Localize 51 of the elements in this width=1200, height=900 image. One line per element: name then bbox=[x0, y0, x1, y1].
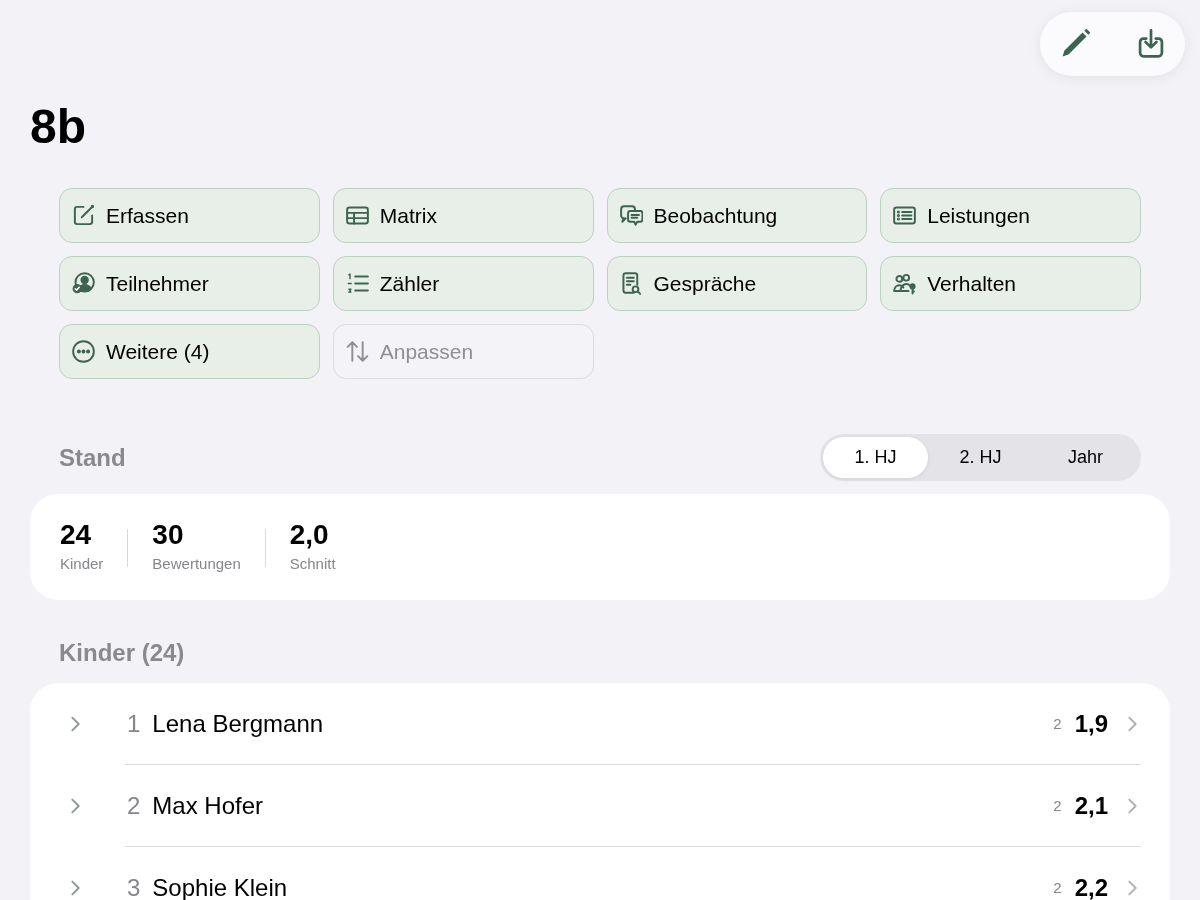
speech-bubbles-icon bbox=[619, 204, 643, 227]
chevron-icon[interactable] bbox=[1127, 797, 1138, 814]
chevron-icon[interactable] bbox=[70, 798, 81, 814]
action-button[interactable]: Leistungen bbox=[880, 188, 1141, 243]
action-button[interactable]: Beobachtung bbox=[606, 188, 868, 243]
table-grid-icon bbox=[345, 204, 369, 227]
download-tray-icon bbox=[1136, 29, 1166, 59]
average-grade: 2,1 bbox=[1074, 793, 1108, 818]
people-key-icon bbox=[893, 272, 917, 295]
period-tab[interactable]: 1. HJ bbox=[823, 437, 928, 478]
row-number: 1 bbox=[127, 711, 141, 736]
numbered-list-icon bbox=[345, 272, 369, 295]
section-heading: Kinder (24) bbox=[59, 639, 185, 667]
rating-count: 2 bbox=[1053, 716, 1062, 731]
chevron-icon[interactable] bbox=[70, 716, 81, 732]
edit-square-icon bbox=[72, 204, 95, 227]
page-title: 8b bbox=[30, 101, 86, 153]
stat-value: 30 bbox=[152, 519, 185, 551]
action-button[interactable]: Gespräche bbox=[606, 256, 868, 311]
action-button[interactable]: Teilnehmer bbox=[59, 256, 320, 311]
period-tab[interactable]: 2. HJ bbox=[928, 437, 1033, 478]
section-heading: Stand bbox=[59, 443, 126, 472]
stat-label: Kinder bbox=[60, 555, 104, 573]
average-grade: 2,2 bbox=[1074, 875, 1108, 900]
rating-count: 2 bbox=[1053, 798, 1062, 813]
stat-value: 2,0 bbox=[289, 519, 330, 551]
chevron-icon[interactable] bbox=[70, 880, 81, 896]
row-number: 3 bbox=[127, 875, 141, 900]
chevron-icon[interactable] bbox=[1127, 879, 1138, 896]
action-button[interactable]: Verhalten bbox=[880, 256, 1141, 311]
stat-value: 24 bbox=[60, 519, 93, 551]
stat-label: Schnitt bbox=[289, 555, 336, 573]
row-number: 2 bbox=[127, 793, 141, 818]
average-grade: 1,9 bbox=[1074, 711, 1108, 736]
student-name: Max Hofer bbox=[152, 793, 265, 818]
student-name: Sophie Klein bbox=[152, 875, 289, 900]
period-tab[interactable]: Jahr bbox=[1033, 437, 1138, 478]
person-check-icon bbox=[72, 272, 95, 295]
pencil-icon bbox=[1060, 29, 1090, 59]
action-button[interactable]: Zähler bbox=[332, 256, 594, 311]
list-card-icon bbox=[893, 204, 917, 227]
document-search-icon bbox=[619, 272, 643, 295]
action-button[interactable]: Matrix bbox=[332, 188, 594, 243]
stat-label: Bewertungen bbox=[152, 555, 241, 573]
action-button[interactable]: Erfassen bbox=[59, 188, 320, 243]
chevron-icon[interactable] bbox=[1127, 715, 1138, 732]
action-button[interactable]: Weitere (4) bbox=[59, 324, 320, 379]
rating-count: 2 bbox=[1053, 880, 1062, 895]
student-name: Lena Bergmann bbox=[152, 711, 325, 736]
ellipsis-circle-icon bbox=[72, 340, 95, 363]
up-down-arrows-icon bbox=[345, 340, 369, 363]
